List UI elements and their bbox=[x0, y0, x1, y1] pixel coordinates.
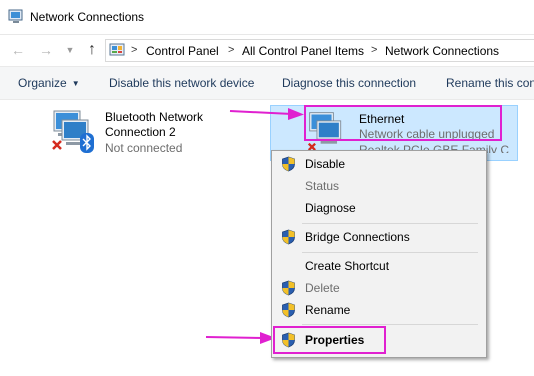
menu-item-label: Disable bbox=[305, 157, 346, 171]
menu-separator bbox=[302, 252, 478, 253]
address-bar[interactable]: > Control Panel > All Control Panel Item… bbox=[105, 39, 534, 62]
connection-name-line1: Bluetooth Network bbox=[105, 110, 204, 124]
network-connections-icon bbox=[8, 9, 23, 23]
recent-locations-chevron-icon[interactable]: ▼ bbox=[62, 42, 78, 58]
breadcrumb-network-connections[interactable]: Network Connections bbox=[385, 44, 499, 58]
organize-label: Organize bbox=[18, 76, 67, 90]
connection-status: Not connected bbox=[105, 141, 183, 155]
menu-item-delete: Delete bbox=[272, 277, 486, 299]
uac-shield-icon bbox=[282, 156, 295, 172]
breadcrumb-separator-icon[interactable]: > bbox=[131, 44, 137, 56]
diagnose-connection-button[interactable]: Diagnose this connection bbox=[282, 76, 416, 90]
up-arrow-icon[interactable]: ↑ bbox=[84, 42, 100, 58]
dropdown-caret-icon: ▼ bbox=[71, 79, 80, 88]
uac-shield-icon bbox=[282, 229, 295, 245]
menu-separator bbox=[302, 223, 478, 224]
annotation-highlight-properties bbox=[273, 326, 386, 354]
title-bar: Network Connections bbox=[0, 0, 534, 34]
disable-device-button[interactable]: Disable this network device bbox=[109, 76, 254, 90]
menu-item-bridge-connections[interactable]: Bridge Connections bbox=[272, 226, 486, 248]
menu-item-rename[interactable]: Rename bbox=[272, 299, 486, 321]
connection-bluetooth[interactable]: Bluetooth Network Connection 2 Not conne… bbox=[50, 107, 220, 159]
menu-item-status: Status bbox=[272, 175, 486, 197]
menu-item-label: Delete bbox=[305, 281, 340, 295]
menu-separator bbox=[302, 324, 478, 325]
annotation-highlight-ethernet bbox=[304, 105, 502, 141]
breadcrumb-all-items[interactable]: All Control Panel Items bbox=[242, 44, 364, 58]
menu-item-diagnose[interactable]: Diagnose bbox=[272, 197, 486, 219]
menu-item-create-shortcut[interactable]: Create Shortcut bbox=[272, 255, 486, 277]
menu-item-label: Rename bbox=[305, 303, 351, 317]
annotation-arrow-icon bbox=[229, 108, 304, 120]
command-bar: Organize ▼ Disable this network device Di… bbox=[0, 66, 534, 100]
back-arrow-icon[interactable]: ← bbox=[10, 42, 26, 58]
uac-shield-icon bbox=[282, 302, 295, 318]
menu-item-label: Create Shortcut bbox=[305, 259, 390, 273]
window-title: Network Connections bbox=[30, 10, 145, 24]
uac-shield-icon bbox=[282, 280, 295, 296]
menu-item-label: Status bbox=[305, 179, 340, 193]
bluetooth-network-adapter-icon bbox=[52, 110, 94, 153]
menu-item-label: Diagnose bbox=[305, 201, 356, 215]
breadcrumb-separator-icon[interactable]: > bbox=[371, 44, 377, 56]
menu-item-disable[interactable]: Disable bbox=[272, 153, 486, 175]
navigation-bar: ← → ▼ ↑ > Control Panel > All Control Pa… bbox=[0, 35, 534, 65]
forward-arrow-icon[interactable]: → bbox=[38, 42, 54, 58]
rename-connection-button[interactable]: Rename this con bbox=[446, 76, 534, 90]
control-panel-icon bbox=[109, 43, 125, 56]
organize-button[interactable]: Organize ▼ bbox=[18, 76, 80, 90]
breadcrumb-control-panel[interactable]: Control Panel bbox=[146, 44, 219, 58]
connection-name-line2: Connection 2 bbox=[105, 125, 176, 139]
annotation-arrow-icon bbox=[205, 332, 276, 344]
breadcrumb-separator-icon[interactable]: > bbox=[228, 44, 234, 56]
menu-item-label: Bridge Connections bbox=[305, 230, 410, 244]
